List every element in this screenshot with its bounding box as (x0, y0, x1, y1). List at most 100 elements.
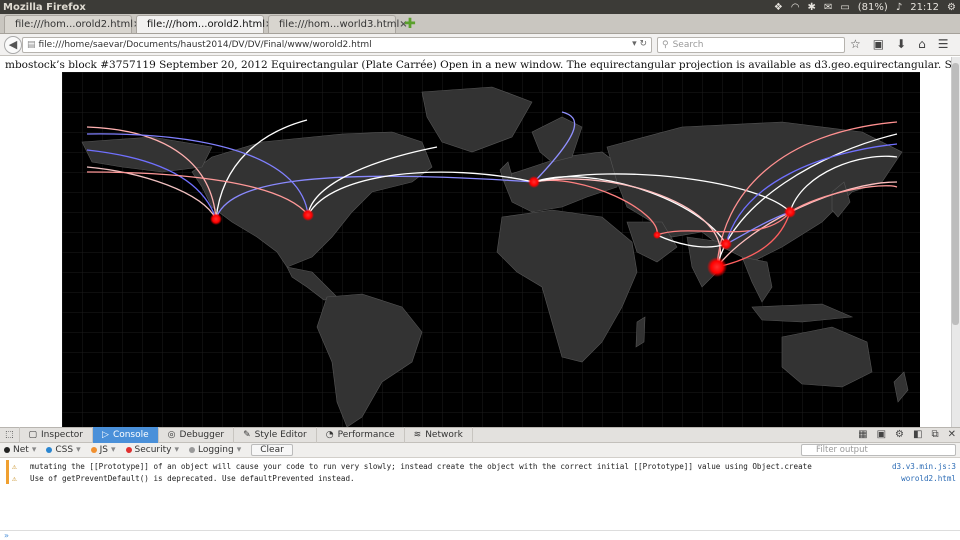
menu-icon[interactable]: ☰ (938, 37, 949, 51)
search-input[interactable]: ⚲ Search (657, 37, 845, 53)
hub-middle-east[interactable] (653, 231, 661, 239)
bluetooth-icon[interactable]: ✱ (808, 2, 816, 13)
tab-label: file:///hom...orold2.html (15, 19, 134, 30)
mail-icon[interactable]: ✉ (824, 2, 832, 13)
home-icon[interactable]: ⌂ (918, 37, 926, 51)
tab-style-editor[interactable]: ✎ Style Editor (234, 427, 317, 443)
filter-net[interactable]: Net ▾ (4, 445, 36, 455)
console-message[interactable]: ⚠ mutating the [[Prototype]] of an objec… (0, 460, 960, 472)
window-title: Mozilla Firefox (3, 1, 86, 13)
clear-console-button[interactable]: Clear (251, 444, 293, 456)
chevron-down-icon: ▾ (31, 445, 37, 455)
devtools-toolbar: ⬚ ▢ Inspector ▷ Console ◎ Debugger ✎ Sty… (0, 427, 960, 443)
security-dot-icon (125, 447, 132, 453)
reading-list-icon[interactable]: ▣ (873, 37, 884, 51)
console-prompt-icon: » (4, 531, 9, 540)
devtools-window-controls: ▦ ▣ ⚙ ◧ ⧉ ✕ (858, 429, 956, 440)
hub-europe[interactable] (528, 176, 540, 188)
window-titlebar: Mozilla Firefox ❖ ◠ ✱ ✉ ▭ (81%) ♪ 21:12 … (0, 0, 960, 14)
undock-icon[interactable]: ⧉ (931, 429, 938, 440)
page-scrollbar-thumb[interactable] (952, 63, 959, 325)
filter-logging[interactable]: Logging ▾ (189, 445, 241, 455)
performance-icon: ◔ (325, 430, 334, 440)
filter-security[interactable]: Security ▾ (125, 445, 179, 455)
hub-japan[interactable] (784, 206, 796, 218)
back-button[interactable]: ◀ (4, 35, 22, 54)
close-devtools-icon[interactable]: ✕ (948, 429, 956, 440)
world-map (62, 72, 920, 427)
chevron-down-icon: ▾ (110, 445, 116, 455)
volume-icon[interactable]: ♪ (896, 2, 902, 13)
reload-icon[interactable]: ▾ ↻ (632, 39, 647, 49)
console-message[interactable]: ⚠ Use of getPreventDefault() is deprecat… (0, 472, 960, 484)
filter-label: Net (13, 445, 29, 455)
browser-tab-1[interactable]: file:///hom...orold2.html × (4, 15, 141, 33)
scratchpad-icon[interactable]: ▣ (877, 429, 886, 440)
url-text: file:///home/saevar/Documents/haust2014/… (38, 40, 372, 50)
bookmark-star-icon[interactable]: ☆ (850, 37, 861, 51)
filter-output-input[interactable]: Filter output (801, 444, 956, 456)
console-input[interactable]: » (0, 530, 960, 540)
hub-east-asia[interactable] (720, 238, 732, 250)
toolbar-icons: ☆ ▣ ⬇ ⌂ ☰ (850, 37, 949, 51)
hub-los-angeles[interactable] (210, 213, 222, 225)
tab-label: Performance (337, 430, 395, 440)
new-tab-button[interactable]: ✚ (400, 15, 420, 33)
console-message-source[interactable]: worold2.html (901, 474, 956, 483)
browser-tab-2[interactable]: file:///hom...orold2.html × (136, 15, 273, 33)
inspector-icon: ▢ (28, 430, 38, 440)
tab-strip: file:///hom...orold2.html × file:///hom.… (0, 14, 960, 34)
settings-gear-icon[interactable]: ⚙ (895, 429, 904, 440)
split-console-icon[interactable]: ▦ (858, 429, 867, 440)
browser-tab-3[interactable]: file:///hom...world3.html × (268, 15, 408, 33)
filter-label: Logging (198, 445, 234, 455)
tab-inspector[interactable]: ▢ Inspector (20, 427, 94, 443)
tab-label: file:///hom...orold2.html (147, 19, 266, 30)
power-icon[interactable]: ⚙ (947, 2, 956, 13)
download-icon[interactable]: ⬇ (896, 37, 906, 51)
tab-label: Network (425, 430, 463, 440)
battery-percent: (81%) (857, 1, 888, 13)
filter-label: JS (99, 445, 108, 455)
battery-icon[interactable]: ▭ (840, 2, 849, 13)
console-message-source[interactable]: d3.v3.min.js:3 (892, 462, 956, 471)
tab-debugger[interactable]: ◎ Debugger (159, 427, 235, 443)
js-dot-icon (90, 447, 97, 453)
dropbox-icon[interactable]: ❖ (774, 2, 783, 13)
tab-network[interactable]: ≋ Network (405, 427, 473, 443)
navigation-toolbar: ◀ ▤ file:///home/saevar/Documents/haust2… (0, 34, 960, 56)
url-bar[interactable]: ▤ file:///home/saevar/Documents/haust201… (22, 37, 652, 53)
system-tray: ❖ ◠ ✱ ✉ ▭ (81%) ♪ 21:12 ⚙ (774, 0, 956, 14)
css-dot-icon (46, 447, 53, 453)
dock-side-icon[interactable]: ◧ (913, 429, 922, 440)
clock[interactable]: 21:12 (910, 2, 939, 13)
search-icon: ⚲ (662, 40, 669, 50)
tab-label: file:///hom...world3.html (279, 19, 400, 30)
wifi-icon[interactable]: ◠ (791, 2, 800, 13)
filter-js[interactable]: JS ▾ (90, 445, 116, 455)
warning-icon: ⚠ (12, 473, 17, 483)
style-editor-icon: ✎ (243, 430, 251, 440)
filter-css[interactable]: CSS ▾ (46, 445, 81, 455)
console-message-text: Use of getPreventDefault() is deprecated… (30, 473, 355, 483)
warning-marker (6, 460, 9, 472)
filter-label: Security (134, 445, 172, 455)
tab-label: Inspector (41, 430, 84, 440)
hub-new-york[interactable] (302, 209, 314, 221)
search-placeholder: Search (672, 40, 704, 50)
devtools-pick-element-button[interactable]: ⬚ (0, 427, 20, 443)
net-dot-icon (4, 447, 10, 453)
madagascar (635, 316, 646, 348)
page-content: mbostock’s block #3757119 September 20, … (0, 57, 960, 427)
console-message-text: mutating the [[Prototype]] of an object … (30, 461, 812, 471)
map-svg (62, 72, 920, 427)
filter-output-placeholder: Filter output (816, 445, 868, 455)
tab-performance[interactable]: ◔ Performance (317, 427, 405, 443)
hub-southeast-asia[interactable] (707, 257, 727, 277)
tab-label: Style Editor (254, 430, 307, 440)
page-icon: ▤ (27, 40, 36, 50)
chevron-down-icon: ▾ (174, 445, 179, 455)
tab-console[interactable]: ▷ Console (93, 427, 159, 443)
warning-icon: ⚠ (12, 461, 17, 471)
filter-label: CSS (55, 445, 74, 455)
